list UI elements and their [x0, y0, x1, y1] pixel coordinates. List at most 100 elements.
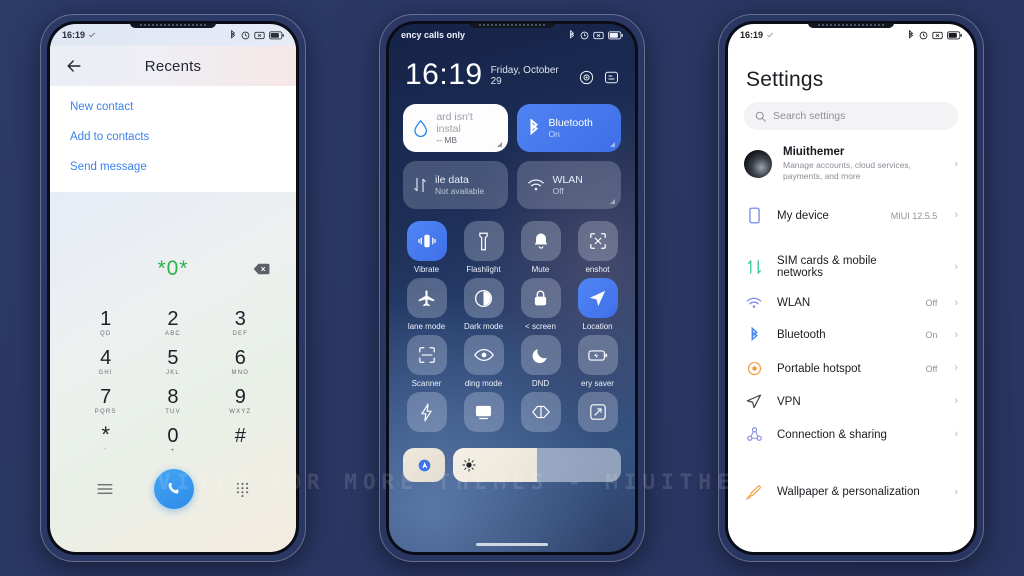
- qs-mute[interactable]: Mute: [513, 221, 568, 274]
- alarm-icon: [919, 31, 928, 39]
- key-5[interactable]: 5 JKL: [139, 343, 206, 380]
- key-7[interactable]: 7 PQRS: [72, 382, 139, 419]
- qs-lightning[interactable]: [399, 392, 454, 436]
- tile-title: ard isn't instal: [436, 110, 473, 135]
- key-6[interactable]: 6 MNO: [207, 343, 274, 380]
- chevron-right-icon: ›: [954, 485, 958, 498]
- sim-network-icon: [744, 259, 764, 275]
- earpiece-notch: [469, 23, 555, 28]
- mobile-data-icon: [414, 178, 426, 192]
- key-3[interactable]: 3 DEF: [207, 304, 274, 341]
- big-tiles-row-2: ile data Not available WLAN Off: [389, 152, 635, 209]
- qs-reading-mode[interactable]: ding mode: [456, 335, 511, 388]
- key-hash[interactable]: #: [207, 421, 274, 458]
- dialed-number-row: *0*: [50, 234, 296, 304]
- keypad-icon[interactable]: [236, 482, 249, 497]
- action-send-message[interactable]: Send message: [50, 152, 296, 182]
- qs-cast[interactable]: [456, 392, 511, 436]
- tile-bluetooth[interactable]: Bluetooth On: [516, 104, 621, 152]
- auto-brightness-button[interactable]: [403, 448, 445, 482]
- qs-label: Mute: [531, 265, 550, 274]
- qs-label: Flashlight: [466, 265, 501, 274]
- qs-label: lane mode: [407, 322, 446, 331]
- qs-label: ery saver: [581, 379, 614, 388]
- key-star[interactable]: *,: [72, 421, 139, 458]
- key-9[interactable]: 9 WXYZ: [207, 382, 274, 419]
- search-placeholder: Search settings: [773, 110, 846, 122]
- settings-row-portable-hotspot[interactable]: Portable hotspot Off ›: [728, 352, 974, 385]
- call-button[interactable]: [154, 469, 195, 509]
- qs-battery-saver[interactable]: ery saver: [570, 335, 625, 388]
- battery-icon: [269, 30, 284, 39]
- dialpad-keys: 1 QD 2 ABC 3 DEF 4 GHI 5 JKL 6 MNO 7 PQRS 8 TUV …: [50, 304, 296, 458]
- vpn-send-icon: [744, 394, 764, 409]
- key-2[interactable]: 2 ABC: [139, 304, 206, 341]
- key-4[interactable]: 4 GHI: [72, 343, 139, 380]
- brightness-slider[interactable]: [453, 448, 621, 482]
- backspace-icon[interactable]: [253, 263, 270, 275]
- qs-scanner[interactable]: Scanner: [399, 335, 454, 388]
- chevron-right-icon: ›: [954, 296, 958, 309]
- tile-mobile-data[interactable]: ile data Not available: [403, 161, 508, 209]
- qs-dnd[interactable]: DND: [513, 335, 568, 388]
- phone-control-center: ency calls only 16:19 Friday, October 29: [379, 14, 645, 562]
- qs-location[interactable]: Location: [570, 278, 625, 331]
- wifi-icon: [744, 297, 764, 309]
- qs-vibrate[interactable]: Vibrate: [399, 221, 454, 274]
- row-label: Bluetooth: [777, 329, 826, 341]
- chevron-right-icon: ›: [954, 260, 958, 273]
- brightness-row: [389, 436, 635, 482]
- tile-wlan[interactable]: WLAN Off: [516, 161, 621, 209]
- sharing-icon: [744, 427, 764, 442]
- vibrate-icon: [932, 31, 943, 39]
- vibrate-icon: [254, 31, 265, 39]
- settings-row-sim-cards[interactable]: SIM cards & mobile networks ›: [728, 246, 974, 288]
- qs-label: < screen: [525, 322, 556, 331]
- vibrate-icon: [406, 221, 447, 261]
- action-new-contact[interactable]: New contact: [50, 92, 296, 122]
- settings-row-bluetooth[interactable]: Bluetooth On ›: [728, 318, 974, 352]
- key-0[interactable]: 0 +: [139, 421, 206, 458]
- key-8[interactable]: 8 TUV: [139, 382, 206, 419]
- tile-data-usage[interactable]: ard isn't instal -- MB: [403, 104, 508, 152]
- menu-icon[interactable]: [97, 483, 113, 495]
- row-value: Off: [925, 298, 938, 308]
- qs-rotate[interactable]: [570, 392, 625, 436]
- hotspot-icon: [744, 361, 764, 376]
- settings-row-wallpaper[interactable]: Wallpaper & personalization ›: [728, 475, 974, 509]
- row-value: Off: [925, 363, 938, 374]
- carrier-label: ency calls only: [401, 30, 466, 40]
- qs-dark-mode[interactable]: Dark mode: [456, 278, 511, 331]
- bluetooth-icon: [529, 119, 538, 136]
- battery-saver-icon: [577, 335, 618, 375]
- moon-icon: [520, 335, 561, 375]
- qs-airplane-mode[interactable]: lane mode: [399, 278, 454, 331]
- row-label: Portable hotspot: [777, 362, 861, 375]
- search-input[interactable]: Search settings: [744, 102, 958, 130]
- airplane-icon: [406, 278, 447, 318]
- account-row[interactable]: Miuithemer Manage accounts, cloud servic…: [728, 130, 974, 196]
- action-add-to-contacts[interactable]: Add to contacts: [50, 122, 296, 152]
- settings-row-connection-sharing[interactable]: Connection & sharing ›: [728, 418, 974, 451]
- lock-icon: [520, 278, 561, 318]
- qs-screenshot[interactable]: enshot: [570, 221, 625, 274]
- qs-label: Dark mode: [463, 322, 504, 331]
- settings-gear-icon[interactable]: [579, 70, 594, 85]
- settings-row-wlan[interactable]: WLAN Off ›: [728, 288, 974, 318]
- qs-flashlight[interactable]: Flashlight: [456, 221, 511, 274]
- quick-settings-grid: Vibrate Flashlight Mute enshot lane mode…: [389, 209, 635, 436]
- eye-icon: [463, 335, 504, 375]
- notes-icon[interactable]: [604, 70, 619, 85]
- settings-row-vpn[interactable]: VPN ›: [728, 385, 974, 418]
- settings-row-my-device[interactable]: My device MIUI 12.5.5 ›: [728, 198, 974, 233]
- qs-lock-screen[interactable]: < screen: [513, 278, 568, 331]
- tile-subtitle: Not available: [435, 185, 485, 196]
- qs-sync[interactable]: [513, 392, 568, 436]
- avatar: [744, 150, 772, 178]
- back-arrow-icon[interactable]: [64, 56, 84, 76]
- tile-title: WLAN: [552, 173, 583, 186]
- status-extra-icon: [767, 32, 774, 38]
- key-1[interactable]: 1 QD: [72, 304, 139, 341]
- water-drop-icon: [414, 119, 428, 137]
- brightness-sun-icon: [462, 458, 476, 472]
